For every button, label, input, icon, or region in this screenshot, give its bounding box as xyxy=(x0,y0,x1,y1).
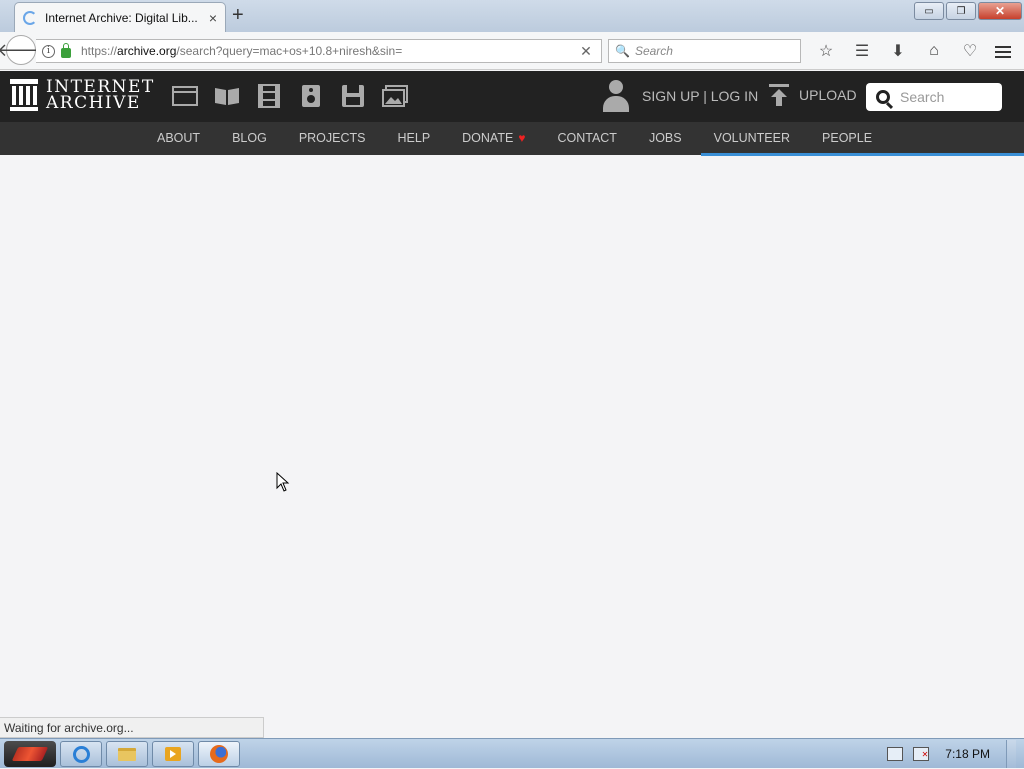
start-logo-icon xyxy=(11,747,49,761)
taskbar-explorer-button[interactable] xyxy=(106,741,148,767)
url-text[interactable]: https://archive.org/search?query=mac+os+… xyxy=(81,44,571,58)
browser-toolbar: ☆ ☰ ⬇ ⌂ ♡ xyxy=(808,40,988,62)
browser-search-placeholder: Search xyxy=(634,44,673,58)
ia-header: INTERNET ARCHIVE SIGN UP | LOG IN UPLOAD xyxy=(0,71,1024,122)
stop-loading-icon[interactable]: ✕ xyxy=(571,43,601,60)
windows-taskbar: ✕ 7:18 PM xyxy=(0,738,1024,768)
taskbar-ie-button[interactable] xyxy=(60,741,102,767)
nav-jobs[interactable]: JOBS xyxy=(633,122,698,155)
ia-logo-text: INTERNET ARCHIVE xyxy=(46,79,155,113)
signup-login-link[interactable]: SIGN UP | LOG IN xyxy=(642,88,758,104)
page-content xyxy=(0,156,1024,738)
browser-search-input[interactable]: 🔍 Search xyxy=(608,39,801,63)
network-error-icon[interactable]: ✕ xyxy=(913,747,930,761)
heart-icon: ♥ xyxy=(518,131,526,145)
archive-building-icon xyxy=(10,79,38,111)
nav-contact[interactable]: CONTACT xyxy=(541,122,633,155)
media-player-icon xyxy=(165,747,181,761)
browser-navbar: 🡐 i https://archive.org/search?query=mac… xyxy=(0,32,1024,70)
nav-help[interactable]: HELP xyxy=(382,122,447,155)
url-prefix: https:// xyxy=(81,44,118,58)
upload-icon xyxy=(768,84,790,106)
audio-icon[interactable] xyxy=(290,83,332,109)
info-icon[interactable]: i xyxy=(42,44,55,58)
search-icon xyxy=(876,90,890,104)
search-icon: 🔍 xyxy=(615,44,630,58)
user-icon[interactable] xyxy=(602,80,630,112)
web-icon[interactable] xyxy=(164,83,206,109)
bookmark-star-icon[interactable]: ☆ xyxy=(808,40,844,62)
images-icon[interactable] xyxy=(374,83,416,109)
window-controls: ▭ ❐ ✕ xyxy=(912,2,1022,20)
ia-search-input[interactable]: Search xyxy=(866,83,1002,111)
restore-button[interactable]: ❐ xyxy=(946,2,976,20)
nav-donate-label: DONATE xyxy=(462,131,514,145)
taskbar-media-button[interactable] xyxy=(152,741,194,767)
ie-icon xyxy=(72,745,90,763)
media-type-icons xyxy=(164,83,416,109)
minimize-button[interactable]: ▭ xyxy=(914,2,944,20)
url-bar[interactable]: i https://archive.org/search?query=mac+o… xyxy=(36,39,602,63)
folder-icon xyxy=(118,747,136,761)
back-button[interactable]: 🡐 xyxy=(0,35,45,65)
lock-icon xyxy=(61,42,71,58)
nav-about[interactable]: ABOUT xyxy=(141,122,216,155)
clock[interactable]: 7:18 PM xyxy=(945,747,990,761)
show-desktop-button[interactable] xyxy=(1006,740,1016,768)
url-domain: archive.org xyxy=(117,44,177,58)
texts-icon[interactable] xyxy=(206,83,248,109)
action-center-icon[interactable] xyxy=(887,747,904,761)
upload-label: UPLOAD xyxy=(799,87,857,103)
download-icon[interactable]: ⬇ xyxy=(880,40,916,62)
nav-blog[interactable]: BLOG xyxy=(216,122,283,155)
taskbar-firefox-button[interactable] xyxy=(198,741,240,767)
start-button[interactable] xyxy=(4,741,56,767)
software-icon[interactable] xyxy=(332,83,374,109)
status-bar: Waiting for archive.org... xyxy=(0,717,264,738)
browser-tab[interactable]: Internet Archive: Digital Lib... × xyxy=(14,2,226,32)
ia-nav-items: ABOUT BLOG PROJECTS HELP DONATE ♥ CONTAC… xyxy=(141,122,888,155)
reading-list-icon[interactable]: ☰ xyxy=(844,40,880,62)
nav-people[interactable]: PEOPLE xyxy=(806,122,888,155)
hamburger-menu-icon[interactable] xyxy=(988,41,1018,63)
close-window-button[interactable]: ✕ xyxy=(978,2,1022,20)
logo-line-2: ARCHIVE xyxy=(46,93,141,113)
loading-spinner-icon xyxy=(23,10,37,25)
video-icon[interactable] xyxy=(248,83,290,109)
tab-close-icon[interactable]: × xyxy=(209,10,217,26)
system-tray: ✕ 7:18 PM xyxy=(887,739,1016,769)
new-tab-button[interactable]: + xyxy=(232,5,244,25)
ia-logo[interactable]: INTERNET ARCHIVE xyxy=(10,79,155,113)
mouse-cursor-icon xyxy=(276,472,290,492)
tab-title: Internet Archive: Digital Lib... xyxy=(45,10,198,25)
url-path: /search?query=mac+os+10.8+niresh&sin= xyxy=(176,44,403,58)
ia-nav-bar: ABOUT BLOG PROJECTS HELP DONATE ♥ CONTAC… xyxy=(0,122,1024,155)
home-icon[interactable]: ⌂ xyxy=(916,40,952,62)
ia-search-placeholder: Search xyxy=(900,89,945,105)
pocket-icon[interactable]: ♡ xyxy=(952,40,988,62)
nav-projects[interactable]: PROJECTS xyxy=(283,122,382,155)
upload-link[interactable]: UPLOAD xyxy=(768,84,857,106)
nav-donate[interactable]: DONATE ♥ xyxy=(446,122,541,155)
firefox-icon xyxy=(210,745,228,763)
nav-volunteer[interactable]: VOLUNTEER xyxy=(698,122,806,155)
browser-titlebar: Internet Archive: Digital Lib... × + ▭ ❐… xyxy=(0,0,1024,32)
user-area: SIGN UP | LOG IN xyxy=(602,80,758,112)
